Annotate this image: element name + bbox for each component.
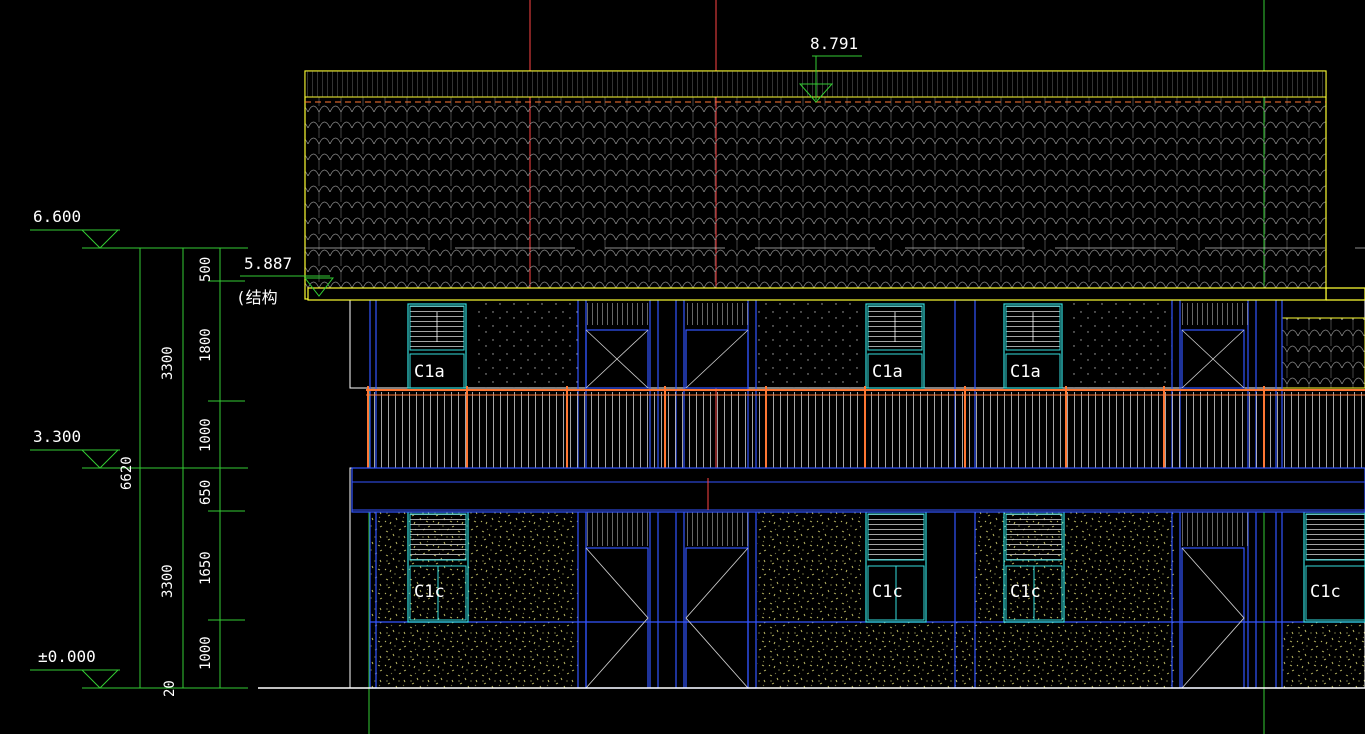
dim-20: 20 xyxy=(162,680,178,697)
level-floor2: 3.300 xyxy=(30,427,248,469)
dim-1000-upper: 1000 xyxy=(198,418,214,452)
elevation-drawing: 8.791 5.887 (结构 6.600 3.300 ±0.000 3300 … xyxy=(30,0,1365,734)
eave-note: (结构 xyxy=(236,288,278,307)
dim-1800: 1800 xyxy=(198,328,214,362)
roof xyxy=(304,70,1365,301)
level-ground: ±0.000 xyxy=(30,647,248,689)
eave-elevation: 5.887 xyxy=(244,254,292,273)
window-c1c xyxy=(1303,511,1365,623)
dimension-chains xyxy=(128,247,245,689)
window-label-c1a: C1a xyxy=(414,362,445,382)
level-roof-top: 6.600 xyxy=(30,207,248,249)
balcony-railing xyxy=(366,386,1365,468)
roof-top-elevation: 6.600 xyxy=(33,207,81,226)
dim-total: 6620 xyxy=(119,456,135,490)
window-label-c1a: C1a xyxy=(1010,362,1041,382)
dim-500: 500 xyxy=(198,257,214,282)
dim-650: 650 xyxy=(198,480,214,505)
dim-lower-storey: 3300 xyxy=(160,564,176,598)
window-c1c xyxy=(865,511,927,623)
window-label-c1c: C1c xyxy=(1310,582,1341,602)
floor-band xyxy=(351,467,1365,513)
level-markers-left: 6.600 3.300 ±0.000 xyxy=(30,207,248,689)
window-label-c1a: C1a xyxy=(872,362,903,382)
dim-upper-storey: 3300 xyxy=(160,346,176,380)
ridge-elevation: 8.791 xyxy=(810,34,858,53)
dim-1650: 1650 xyxy=(198,551,214,585)
window-label-c1c: C1c xyxy=(1010,582,1041,602)
ground-elevation: ±0.000 xyxy=(38,647,96,666)
cad-canvas[interactable]: 8.791 5.887 (结构 6.600 3.300 ±0.000 3300 … xyxy=(0,0,1365,734)
dimension-labels: 3300 3300 6620 500 1800 1000 650 1650 10… xyxy=(119,257,214,697)
floor2-elevation: 3.300 xyxy=(33,427,81,446)
dim-1000-lower: 1000 xyxy=(198,636,214,670)
window-label-c1c: C1c xyxy=(414,582,445,602)
window-label-c1c: C1c xyxy=(872,582,903,602)
